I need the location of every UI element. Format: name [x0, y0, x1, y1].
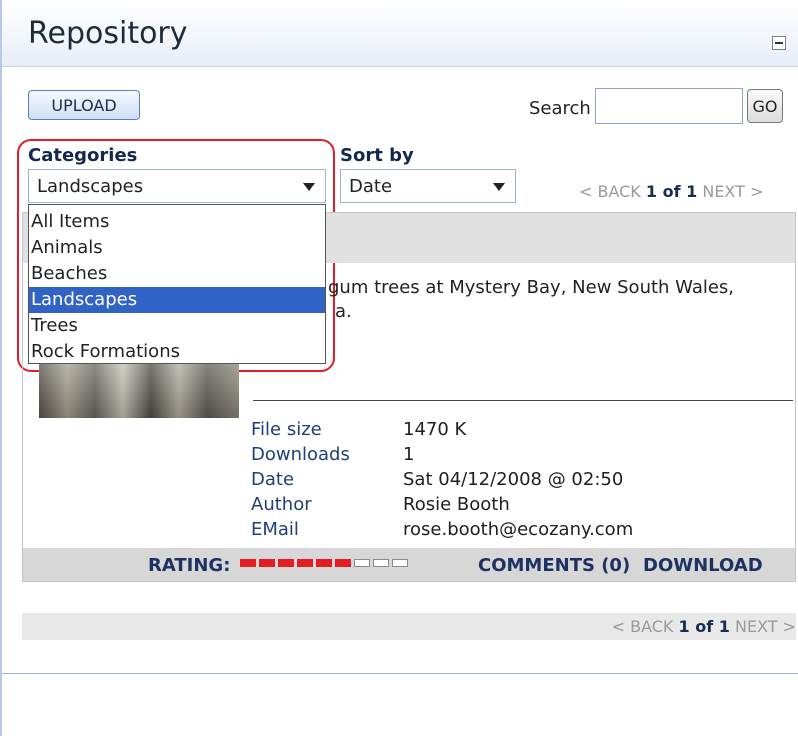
- search-input[interactable]: [595, 88, 743, 124]
- dropdown-option-landscapes[interactable]: Landscapes: [29, 287, 325, 313]
- go-button[interactable]: GO: [747, 89, 783, 123]
- repository-panel: Repository UPLOAD Search GO Categories S…: [0, 0, 798, 736]
- downloads-value: 1: [403, 444, 415, 465]
- item-metadata: File size 1470 K Downloads 1 Date Sat 04…: [251, 419, 633, 544]
- downloads-row: Downloads 1: [251, 444, 633, 469]
- rating-segment-filled: [297, 559, 313, 567]
- downloads-label: Downloads: [251, 444, 350, 465]
- categories-select[interactable]: Landscapes: [28, 169, 326, 203]
- rating-segment-filled: [278, 559, 294, 567]
- next-link[interactable]: NEXT >: [702, 182, 763, 201]
- author-row: Author Rosie Booth: [251, 494, 633, 519]
- search-label: Search: [529, 98, 591, 119]
- back-link[interactable]: < BACK: [612, 617, 674, 636]
- page-title: Repository: [28, 16, 188, 51]
- upload-button[interactable]: UPLOAD: [28, 90, 140, 120]
- sort-by-label: Sort by: [340, 145, 414, 166]
- dropdown-option-animals[interactable]: Animals: [29, 235, 325, 261]
- rating-label: RATING:: [148, 555, 231, 576]
- item-description-line-2: a.: [335, 301, 352, 322]
- sort-by-select[interactable]: Date: [340, 169, 516, 203]
- rating-segment-filled: [240, 559, 256, 567]
- file-size-row: File size 1470 K: [251, 419, 633, 444]
- date-row: Date Sat 04/12/2008 @ 02:50: [251, 469, 633, 494]
- rating-segment-empty: [354, 559, 370, 567]
- rating-segment-filled: [259, 559, 275, 567]
- rating-meter: [240, 559, 408, 567]
- author-label: Author: [251, 494, 312, 515]
- page-indicator: 1 of 1: [645, 182, 698, 201]
- rating-segment-filled: [335, 559, 351, 567]
- author-value: Rosie Booth: [403, 494, 510, 515]
- categories-dropdown[interactable]: All Items Animals Beaches Landscapes Tre…: [28, 204, 326, 364]
- rating-segment-empty: [392, 559, 408, 567]
- chevron-down-icon: [493, 183, 505, 191]
- categories-label: Categories: [28, 145, 138, 166]
- dropdown-option-rock-formations[interactable]: Rock Formations: [29, 339, 325, 365]
- item-thumbnail[interactable]: [39, 363, 239, 418]
- item-description-line-1: gum trees at Mystery Bay, New South Wale…: [328, 277, 735, 298]
- bottom-divider: [2, 673, 798, 674]
- date-label: Date: [251, 469, 295, 490]
- file-size-value: 1470 K: [403, 419, 467, 440]
- rating-segment-filled: [316, 559, 332, 567]
- rating-bar: RATING: COMMENTS (0) DOWNLOAD: [23, 548, 795, 581]
- comments-link[interactable]: COMMENTS (0): [478, 555, 630, 576]
- chevron-down-icon: [303, 183, 315, 191]
- file-size-label: File size: [251, 419, 322, 440]
- email-row: EMail rose.booth@ecozany.com: [251, 519, 633, 544]
- sort-selected-value: Date: [349, 176, 393, 197]
- rating-segment-empty: [373, 559, 389, 567]
- dropdown-option-trees[interactable]: Trees: [29, 313, 325, 339]
- download-link[interactable]: DOWNLOAD: [643, 555, 763, 576]
- categories-selected-value: Landscapes: [37, 176, 144, 197]
- email-value[interactable]: rose.booth@ecozany.com: [403, 519, 633, 544]
- page-indicator: 1 of 1: [678, 617, 730, 636]
- next-link[interactable]: NEXT >: [735, 617, 796, 636]
- date-value: Sat 04/12/2008 @ 02:50: [403, 469, 624, 490]
- minus-box-icon[interactable]: [772, 36, 786, 50]
- dropdown-option-beaches[interactable]: Beaches: [29, 261, 325, 287]
- email-label: EMail: [251, 519, 299, 540]
- panel-header: Repository: [2, 0, 798, 67]
- pager-bottom: < BACK 1 of 1 NEXT >: [612, 617, 796, 636]
- pager-bottom-bar: < BACK 1 of 1 NEXT >: [22, 613, 796, 640]
- divider: [253, 400, 793, 401]
- dropdown-option-all-items[interactable]: All Items: [29, 209, 325, 235]
- pager-top: < BACK 1 of 1 NEXT >: [579, 182, 763, 201]
- back-link[interactable]: < BACK: [579, 182, 641, 201]
